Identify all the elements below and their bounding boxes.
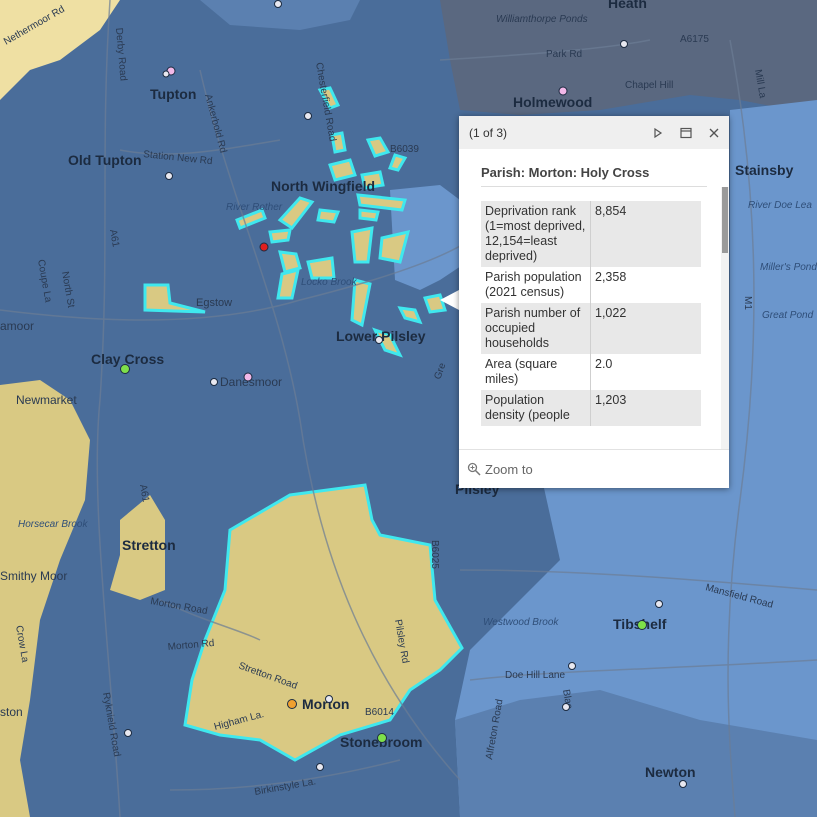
place-label-newton: Newton [645, 764, 696, 780]
water-label-great-pond: Great Pond [762, 310, 814, 321]
road-label-chapel-hill: Chapel Hill [625, 80, 673, 91]
attribute-label: Parish number of occupied households [481, 303, 591, 354]
road-label-b6014: B6014 [365, 707, 394, 718]
place-label-tupton: Tupton [150, 86, 196, 102]
road-label-doe-hill-lane: Doe Hill Lane [505, 670, 565, 681]
road-label-park-rd: Park Rd [546, 49, 582, 60]
attribute-label: Area (square miles) [481, 354, 591, 390]
popup-scrollbar-thumb[interactable] [722, 187, 728, 253]
road-label-ston: ston [0, 705, 23, 719]
attribute-value: 1,022 [590, 303, 701, 354]
marker-pink [243, 372, 253, 382]
place-label-stainsby: Stainsby [735, 162, 794, 178]
place-label-holmewood: Holmewood [513, 94, 592, 110]
attribute-value: 2,358 [595, 270, 627, 284]
place-label-old-tupton: Old Tupton [68, 152, 142, 168]
marker-green [120, 364, 130, 374]
water-label-millers-pond: Miller's Pond [760, 262, 817, 273]
marker-red [259, 242, 269, 252]
marker-white [274, 0, 282, 8]
play-next-icon[interactable] [651, 126, 665, 140]
marker-white [568, 662, 576, 670]
attribute-value: 1,203 [590, 390, 701, 426]
table-row: Area (square miles) 2.0 [481, 354, 701, 390]
place-label-smithy-moor: Smithy Moor [0, 569, 67, 583]
place-label-stretton: Stretton [122, 537, 176, 553]
popup-header: (1 of 3) [459, 116, 729, 149]
place-label-newmarket: Newmarket [16, 393, 77, 407]
table-row: Parish number of occupied households 1,0… [481, 303, 701, 354]
zoom-to-label: Zoom to [485, 461, 533, 477]
road-label-williamthorpe-ponds: Williamthorpe Ponds [496, 14, 588, 25]
marker-green [377, 733, 387, 743]
marker-white [325, 695, 333, 703]
magnifier-icon [467, 462, 481, 476]
marker-white [316, 763, 324, 771]
place-label-egstow: Egstow [196, 297, 232, 309]
attribute-label: Parish population (2021 census) [481, 267, 591, 303]
popup-body[interactable]: Parish: Morton: Holy Cross Deprivation r… [459, 149, 729, 450]
place-label-clay-cross: Clay Cross [91, 351, 164, 367]
marker-orange [287, 699, 297, 709]
marker-white [165, 172, 173, 180]
water-label-westwood-brook: Westwood Brook [483, 617, 559, 628]
water-label-locko-brook: Locko Brook [301, 277, 358, 288]
marker-white [679, 780, 687, 788]
attribute-label: Population density (people [481, 390, 591, 426]
table-row: Parish population (2021 census) 2,358 [481, 267, 701, 303]
marker-pink [558, 86, 568, 96]
road-label-b6025: B6025 [429, 540, 440, 569]
marker-white [620, 40, 628, 48]
road-label-b6039: B6039 [390, 144, 419, 155]
table-row: Deprivation rank (1=most deprived, 12,15… [481, 201, 701, 267]
attribute-value: 2.0 [595, 357, 613, 371]
popup-actions [651, 116, 721, 149]
marker-white [304, 112, 312, 120]
marker-white [124, 729, 132, 737]
marker-white [162, 70, 170, 78]
water-label-river-doe-lea: River Doe Lea [748, 200, 812, 211]
road-label-m1: M1 [742, 296, 753, 310]
place-label-north-wingfield: North Wingfield [271, 178, 375, 194]
dock-window-icon[interactable] [679, 126, 693, 140]
attribute-label: Deprivation rank (1=most deprived, 12,15… [481, 201, 591, 267]
popup-title: Parish: Morton: Holy Cross [481, 149, 707, 187]
popup-counter: (1 of 3) [469, 125, 508, 140]
marker-white [210, 378, 218, 386]
close-icon[interactable] [707, 126, 721, 140]
marker-white [562, 703, 570, 711]
zoom-to-action[interactable]: Zoom to [459, 449, 729, 488]
table-row: Population density (people 1,203 [481, 390, 701, 426]
feature-popup[interactable]: (1 of 3) Parish: Morton: Holy Cross Depr… [459, 116, 729, 488]
water-label-horsecar-brook: Horsecar Brook [18, 519, 88, 530]
marker-white [655, 600, 663, 608]
water-label-river-rother: River Rother [226, 202, 283, 213]
attribute-table: Deprivation rank (1=most deprived, 12,15… [481, 201, 701, 426]
marker-green [637, 620, 647, 630]
place-label-amoor: amoor [0, 319, 34, 333]
attribute-value: 8,854 [590, 201, 701, 267]
road-label-a6175: A6175 [680, 34, 709, 45]
marker-white [375, 336, 383, 344]
place-label-heath: Heath [608, 0, 647, 11]
